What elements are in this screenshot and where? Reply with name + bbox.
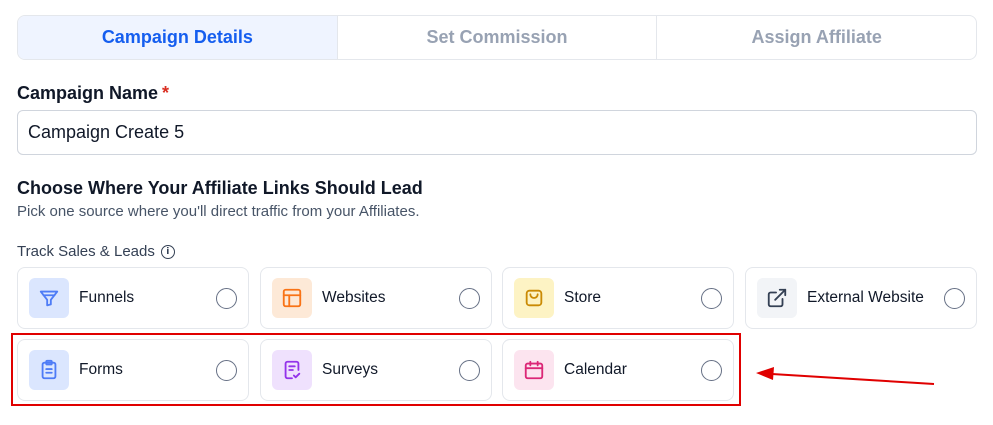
campaign-name-label-text: Campaign Name: [17, 83, 159, 103]
campaign-name-label: Campaign Name *: [17, 83, 169, 104]
option-label: External Website: [807, 289, 924, 306]
radio-store[interactable]: [701, 287, 722, 309]
option-label: Funnels: [79, 289, 135, 306]
step-tabs: Campaign Details Set Commission Assign A…: [17, 15, 977, 60]
track-label-text: Track Sales & Leads: [17, 243, 155, 260]
option-websites[interactable]: Websites: [260, 267, 492, 329]
info-icon[interactable]: i: [160, 244, 175, 259]
track-sales-leads-label: Track Sales & Leads i: [17, 243, 175, 260]
required-mark: *: [162, 83, 170, 103]
layout-icon: [272, 278, 312, 318]
option-external-website[interactable]: External Website: [745, 267, 977, 329]
funnel-icon: [29, 278, 69, 318]
shopping-bag-icon: [514, 278, 554, 318]
tab-assign-affiliate[interactable]: Assign Affiliate: [656, 16, 976, 59]
external-link-icon: [757, 278, 797, 318]
destination-subheading: Pick one source where you'll direct traf…: [17, 203, 420, 220]
option-label: Websites: [322, 289, 386, 306]
radio-external-website[interactable]: [944, 287, 965, 309]
tab-set-commission[interactable]: Set Commission: [336, 16, 657, 59]
annotation-arrow-icon: [756, 367, 935, 385]
option-store[interactable]: Store: [502, 267, 734, 329]
destination-heading: Choose Where Your Affiliate Links Should…: [17, 178, 423, 198]
radio-funnels[interactable]: [216, 287, 237, 309]
campaign-name-input[interactable]: [17, 110, 977, 155]
radio-websites[interactable]: [459, 287, 480, 309]
option-funnels[interactable]: Funnels: [17, 267, 249, 329]
tab-campaign-details[interactable]: Campaign Details: [18, 16, 337, 59]
option-label: Store: [564, 289, 602, 306]
annotation-highlight-box: [11, 333, 741, 406]
